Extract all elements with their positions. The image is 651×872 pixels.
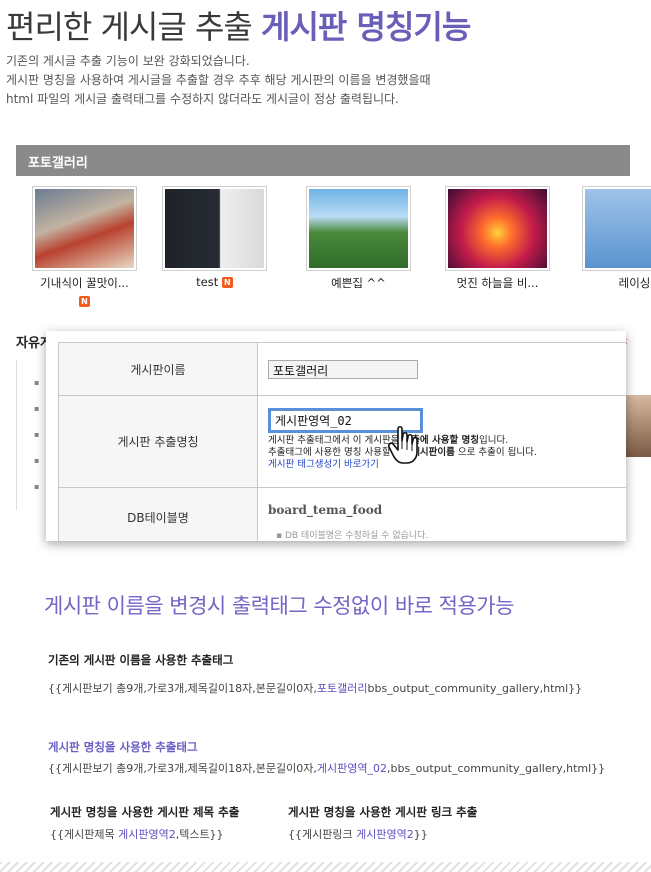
gallery-caption[interactable]: 예쁜집 ^^	[331, 276, 386, 290]
code-text: {{게시판링크	[288, 828, 357, 841]
db-table-row: DB테이블명 board_tema_food ▪ DB 테이블명은 수정하실 수…	[58, 488, 626, 541]
gallery-item[interactable]: 예쁜집 ^^	[306, 186, 426, 291]
help-text: 으로 추출이 됩니다.	[454, 447, 537, 458]
bullet-icon: ▪	[34, 378, 40, 387]
code-highlight: 게시판영역2	[356, 828, 414, 841]
code-text: ,텍스트}}	[175, 828, 224, 841]
background-list: ▪ ▪ ▪ ▪ ▪	[16, 360, 46, 510]
block-code: {{게시판링크 게시판영역2}}	[288, 826, 477, 842]
bullet-icon: ▪	[34, 482, 40, 491]
intro-text: 기존의 게시글 추출 기능이 보완 강화되었습니다. 게시판 명칭을 사용하여 …	[6, 52, 431, 109]
intro-line: 게시판 명칭을 사용하여 게시글을 추출할 경우 추후 해당 게시판의 이름을 …	[6, 73, 431, 87]
title-extract-block: 게시판 명칭을 사용한 게시판 제목 추출 {{게시판제목 게시판영역2,텍스트…	[50, 804, 239, 842]
tag-generator-link[interactable]: 게시판 태그생성기 바로가기	[268, 459, 379, 470]
new-badge: N	[221, 277, 233, 288]
gallery-title: 포토갤러리	[28, 156, 88, 171]
alias-tag-block: 게시판 명칭을 사용한 추출태그 {{게시판보기 총9개,가로3개,제목길이18…	[48, 739, 605, 776]
board-name-row: 게시판이름 포토갤러리	[58, 343, 626, 396]
section-title: 게시판 이름을 변경시 출력태그 수정없이 바로 적용가능	[44, 594, 514, 618]
background-image	[622, 395, 651, 457]
block-code: {{게시판제목 게시판영역2,텍스트}}	[50, 826, 239, 842]
code-text: {{게시판보기 총9개,가로3개,제목길이18자,본문길이0자,	[48, 762, 317, 775]
extract-name-label: 게시판 추출명칭	[58, 396, 258, 487]
code-text: ,bbs_output_community_gallery,html}}	[386, 762, 606, 775]
settings-table: 게시판이름 포토갤러리 게시판 추출명칭 게시판영역_02 게시판 추출태그에서…	[58, 342, 626, 541]
board-name-input[interactable]: 포토갤러리	[268, 360, 418, 379]
thumbnail-image[interactable]	[32, 186, 137, 271]
gallery-caption[interactable]: test	[196, 275, 218, 289]
db-table-note: ▪ DB 테이블명은 수정하실 수 없습니다.	[276, 531, 429, 541]
block-heading: 게시판 명칭을 사용한 게시판 제목 추출	[50, 805, 240, 819]
bottom-divider	[0, 862, 651, 872]
gallery-item[interactable]: 레이싱	[582, 186, 651, 291]
link-extract-block: 게시판 명칭을 사용한 게시판 링크 추출 {{게시판링크 게시판영역2}}	[288, 804, 477, 842]
title-accent: 게시판 명칭기능	[261, 8, 471, 46]
hand-cursor-icon	[388, 425, 418, 464]
gallery-item[interactable]: 기내식이 꿀맛이... N	[32, 186, 152, 310]
gallery-thumbnails: 기내식이 꿀맛이... N test N 예쁜집 ^^ 멋진 하늘을 비... …	[0, 186, 651, 311]
intro-line: html 파일의 게시글 출력태그를 수정하지 않더라도 게시글이 정상 출력됩…	[6, 92, 399, 106]
code-text: }}	[413, 828, 428, 841]
extract-name-row: 게시판 추출명칭 게시판영역_02 게시판 추출태그에서 이 게시판을 추출에 …	[58, 396, 626, 488]
board-settings-popup: 게시판이름 포토갤러리 게시판 추출명칭 게시판영역_02 게시판 추출태그에서…	[46, 331, 626, 541]
gallery-header: 포토갤러리	[16, 145, 630, 176]
bullet-icon: ▪	[34, 430, 40, 439]
code-text: {{게시판보기 총9개,가로3개,제목길이18자,본문길이0자,	[48, 682, 317, 695]
block-heading: 게시판 명칭을 사용한 게시판 링크 추출	[288, 805, 478, 819]
gallery-caption[interactable]: 멋진 하늘을 비...	[457, 276, 539, 290]
title-plain: 편리한 게시글 추출	[6, 8, 253, 46]
thumbnail-image[interactable]	[445, 186, 550, 271]
thumbnail-image[interactable]	[306, 186, 411, 271]
gallery-caption[interactable]: 레이싱	[619, 276, 651, 290]
bullet-icon: ▪	[34, 456, 40, 465]
code-text: bbs_output_community_gallery,html}}	[367, 682, 583, 695]
bullet-icon: ▪	[34, 404, 40, 413]
thumbnail-image[interactable]	[582, 186, 651, 271]
help-text: 게시판 추출태그에서 이 게시판을	[268, 435, 403, 446]
thumbnail-image[interactable]	[162, 186, 267, 271]
gallery-item[interactable]: 멋진 하늘을 비...	[445, 186, 565, 291]
gallery-item[interactable]: test N	[162, 186, 282, 289]
code-highlight: 게시판영역2	[118, 828, 176, 841]
new-badge: N	[79, 296, 90, 307]
code-highlight: 포토갤러리	[316, 682, 368, 695]
db-table-name: board_tema_food	[268, 503, 383, 517]
code-highlight: 게시판영역_02	[316, 762, 387, 775]
help-text: 입니다.	[479, 435, 509, 446]
block-code: {{게시판보기 총9개,가로3개,제목길이18자,본문길이0자,게시판영역_02…	[48, 760, 605, 776]
page-title: 편리한 게시글 추출 게시판 명칭기능	[6, 2, 471, 48]
db-table-label: DB테이블명	[58, 488, 258, 541]
intro-line: 기존의 게시글 추출 기능이 보완 강화되었습니다.	[6, 54, 250, 68]
extract-name-help: 게시판 추출태그에서 이 게시판을 추출에 사용할 명칭입니다. 추출태그에 사…	[268, 435, 616, 471]
legacy-tag-block: 기존의 게시판 이름을 사용한 추출태그 {{게시판보기 총9개,가로3개,제목…	[48, 652, 582, 696]
db-note-text: DB 테이블명은 수정하실 수 없습니다.	[284, 531, 429, 541]
code-text: {{게시판제목	[50, 828, 119, 841]
gallery-caption[interactable]: 기내식이 꿀맛이...	[40, 276, 129, 290]
block-code: {{게시판보기 총9개,가로3개,제목길이18자,본문길이0자,포토갤러리bbs…	[48, 680, 582, 696]
block-heading: 게시판 명칭을 사용한 추출태그	[48, 740, 198, 754]
block-heading: 기존의 게시판 이름을 사용한 추출태그	[48, 653, 234, 667]
board-name-label: 게시판이름	[58, 343, 258, 395]
